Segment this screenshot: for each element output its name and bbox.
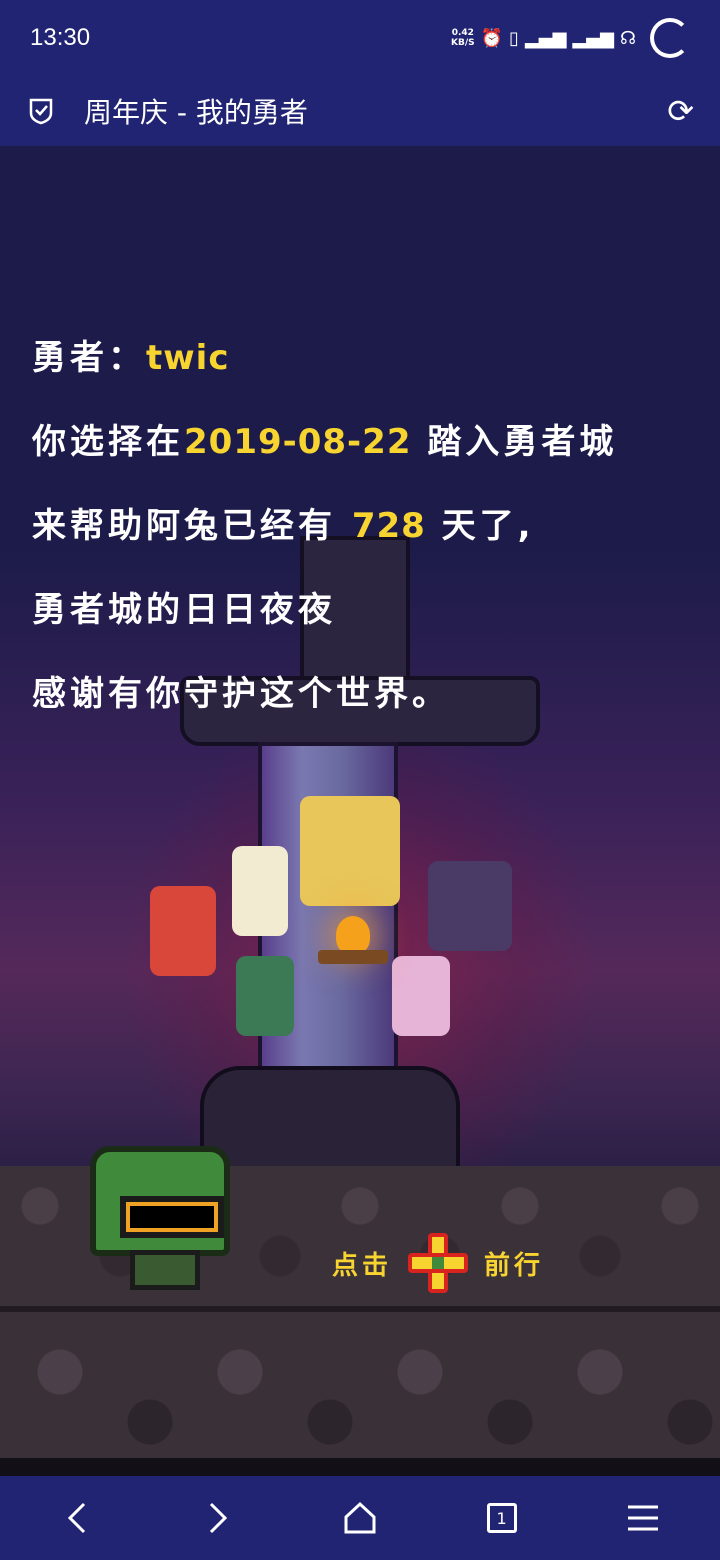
refresh-icon[interactable]: ⟳ xyxy=(667,92,694,130)
knight-visor-slit xyxy=(130,1206,214,1228)
app-bar: 周年庆 - 我的勇者 ⟳ xyxy=(0,76,720,146)
hero-label: 勇者： xyxy=(32,338,146,378)
alarm-icon: ⏰ xyxy=(480,27,504,49)
tap-hint-right: 前行 xyxy=(484,1250,545,1281)
status-bar: 13:30 0.42 KB/S ⏰ ▯ ▂▄▆ ▂▄▆ ☊ xyxy=(0,0,720,76)
days-count: 728 xyxy=(351,506,426,546)
join-date-prefix: 你选择在 xyxy=(32,422,184,462)
days-prefix: 来帮助阿兔已经有 xyxy=(32,506,352,546)
tabs-button[interactable]: 1 xyxy=(462,1488,542,1548)
join-date-suffix: 踏入勇者城 xyxy=(411,422,618,462)
tap-to-continue-hint[interactable]: 点击 前行 xyxy=(332,1231,544,1295)
home-icon[interactable] xyxy=(320,1488,400,1548)
chef-character xyxy=(232,846,288,936)
pink-mage-character xyxy=(392,956,450,1036)
dpad-icon[interactable] xyxy=(406,1231,470,1295)
network-speed: 0.42 KB/S xyxy=(451,28,475,48)
back-arrow-icon[interactable] xyxy=(37,1488,117,1548)
network-speed-value: 0.42 xyxy=(451,28,474,38)
game-scene[interactable]: 勇者：twic 你选择在2019-08-22 踏入勇者城 来帮助阿兔已经有 72… xyxy=(0,146,720,1476)
hero-name: twic xyxy=(146,338,230,378)
ground-bottom xyxy=(0,1458,720,1476)
vibrate-icon: ▯ xyxy=(509,27,519,49)
network-speed-unit: KB/S xyxy=(451,38,475,48)
witch-character xyxy=(428,861,512,951)
ground-lower xyxy=(0,1306,720,1476)
knight-character xyxy=(90,1146,230,1296)
signal-4g-icon: ▂▄▆ xyxy=(572,27,614,49)
days-suffix: 天了, xyxy=(425,506,535,546)
story-text: 勇者：twic 你选择在2019-08-22 踏入勇者城 来帮助阿兔已经有 72… xyxy=(32,316,617,736)
shield-check-icon[interactable] xyxy=(26,96,56,126)
campfire xyxy=(318,916,388,966)
story-line-4: 勇者城的日日夜夜 xyxy=(32,590,336,630)
join-date: 2019-08-22 xyxy=(184,422,412,462)
menu-icon[interactable] xyxy=(603,1488,683,1548)
sword-rocks xyxy=(200,1066,460,1176)
story-line-date: 你选择在2019-08-22 踏入勇者城 xyxy=(32,400,617,484)
story-line-hero: 勇者：twic xyxy=(32,316,617,400)
browser-nav-bar: 1 xyxy=(0,1476,720,1560)
campfire-flame xyxy=(336,916,370,954)
knight-body xyxy=(130,1250,200,1290)
fox-girl-character xyxy=(150,886,216,976)
page-title: 周年庆 - 我的勇者 xyxy=(84,96,308,129)
bunny-girl-character xyxy=(300,796,400,906)
tabs-count: 1 xyxy=(486,1503,517,1533)
signal-4g-icon: ▂▄▆ xyxy=(524,27,567,49)
forward-arrow-icon[interactable] xyxy=(178,1488,258,1548)
campfire-logs xyxy=(318,950,388,964)
green-hood-character xyxy=(236,956,294,1036)
hd-icon: ☊ xyxy=(620,27,636,49)
tap-hint-left: 点击 xyxy=(332,1250,393,1281)
status-icons: 0.42 KB/S ⏰ ▯ ▂▄▆ ▂▄▆ ☊ xyxy=(451,18,690,58)
status-time: 13:30 xyxy=(30,24,91,51)
loading-spinner-icon xyxy=(650,18,690,58)
story-line-5: 感谢有你守护这个世界。 xyxy=(32,674,450,714)
story-line-days: 来帮助阿兔已经有 728 天了, xyxy=(32,484,617,568)
